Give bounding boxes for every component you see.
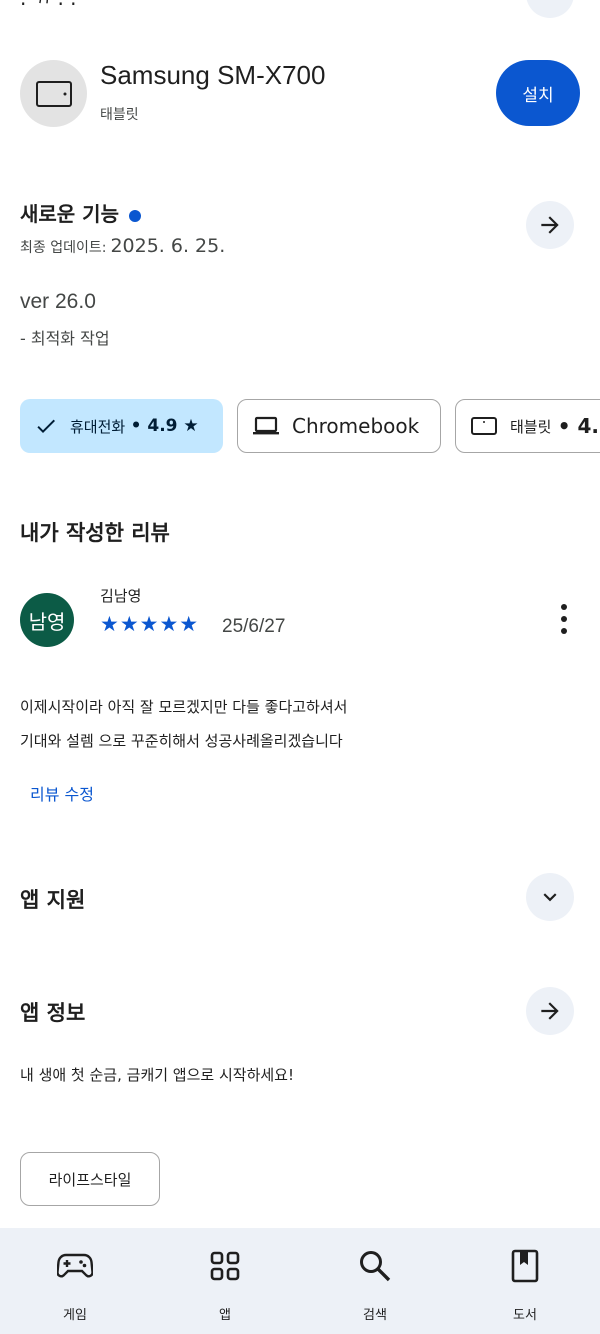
nav-label-books: 도서 <box>513 1308 537 1323</box>
partial-top-button[interactable] <box>526 0 574 18</box>
tablet-outline-icon <box>470 414 498 438</box>
review-body: 이제시작이라 아직 잘 모르겠지만 다들 좋다고하셔서 기대와 설렘 으로 꾸준… <box>20 690 580 758</box>
tablet-icon <box>20 60 87 127</box>
bottom-navigation: 게임 앱 검색 도서 <box>0 1228 600 1334</box>
whats-new-arrow-button[interactable] <box>526 201 574 249</box>
chip-phone[interactable]: 휴대전화 • 4.9 ★ <box>20 399 223 453</box>
device-name: Samsung SM-X700 <box>100 60 326 90</box>
chip-chromebook-label: Chromebook <box>292 414 420 438</box>
nav-item-games[interactable]: 게임 <box>0 1228 150 1334</box>
partial-top-text: · ᄁ · · <box>20 0 77 16</box>
reviewer-name: 김남영 <box>100 587 142 605</box>
check-icon <box>34 414 58 438</box>
last-updated: 최종 업데이트: 2025. 6. 25. <box>20 235 225 257</box>
chip-tablet[interactable]: 태블릿 • 4.9 <box>455 399 600 453</box>
last-updated-date: 2025. 6. 25. <box>110 235 226 257</box>
nav-label-apps: 앱 <box>219 1308 231 1323</box>
chip-tablet-rating: • 4.9 <box>557 414 600 438</box>
nav-label-games: 게임 <box>63 1308 87 1323</box>
edit-review-link[interactable]: 리뷰 수정 <box>30 781 94 805</box>
review-body-line: 기대와 설렘 으로 꾸준히해서 성공사례올리겠습니다 <box>20 732 343 750</box>
arrow-right-icon <box>541 1002 559 1020</box>
avatar: 남영 <box>20 593 74 647</box>
arrow-right-icon <box>541 216 559 234</box>
chevron-down-icon <box>543 893 557 902</box>
gamepad-icon <box>57 1248 93 1284</box>
whats-new-title-text: 새로운 기능 <box>20 202 119 226</box>
app-support-expand-button[interactable] <box>526 873 574 921</box>
nav-item-books[interactable]: 도서 <box>450 1228 600 1334</box>
chip-phone-label: 휴대전화 <box>70 417 126 436</box>
version-note: - 최적화 작업 <box>20 329 110 348</box>
more-options-icon[interactable] <box>560 604 568 634</box>
chip-chromebook[interactable]: Chromebook <box>237 399 441 453</box>
nav-item-apps[interactable]: 앱 <box>150 1228 300 1334</box>
nav-item-search[interactable]: 검색 <box>300 1228 450 1334</box>
app-info-arrow-button[interactable] <box>526 987 574 1035</box>
star-rating: ★★★★★ <box>100 612 200 636</box>
app-support-title: 앱 지원 <box>20 888 86 912</box>
book-icon <box>507 1248 543 1284</box>
device-type: 태블릿 <box>100 107 139 123</box>
whats-new-title: 새로운 기능 <box>20 198 141 227</box>
device-chips: 휴대전화 • 4.9 ★ Chromebook 태블릿 • 4.9 <box>20 399 600 453</box>
chip-phone-rating: • 4.9 ★ <box>130 416 199 436</box>
new-indicator-dot <box>128 209 141 222</box>
category-chip[interactable]: 라이프스타일 <box>20 1152 160 1206</box>
chip-tablet-label: 태블릿 <box>510 417 552 436</box>
apps-grid-icon <box>207 1248 243 1284</box>
nav-label-search: 검색 <box>363 1308 387 1323</box>
search-icon <box>357 1248 393 1284</box>
app-description: 내 생애 첫 순금, 금캐기 앱으로 시작하세요! <box>20 1066 294 1084</box>
my-review-heading: 내가 작성한 리뷰 <box>20 521 170 545</box>
review-body-line: 이제시작이라 아직 잘 모르겠지만 다들 좋다고하셔서 <box>20 698 348 716</box>
laptop-icon <box>252 414 280 438</box>
review-date: 25/6/27 <box>222 616 286 637</box>
last-updated-label: 최종 업데이트: <box>20 240 107 256</box>
install-button[interactable]: 설치 <box>496 60 580 126</box>
version-text: ver 26.0 <box>20 290 96 313</box>
app-info-title: 앱 정보 <box>20 1001 86 1025</box>
device-row: Samsung SM-X700 태블릿 설치 <box>20 58 580 128</box>
